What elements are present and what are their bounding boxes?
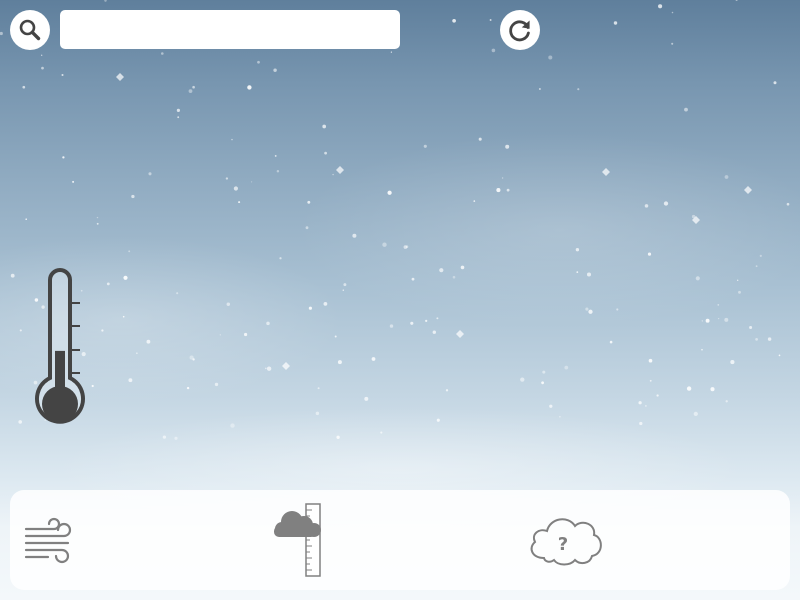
wind-icon[interactable] — [24, 514, 78, 564]
refresh-button[interactable] — [500, 10, 540, 50]
weather-screen: ? — [0, 0, 800, 600]
search-button[interactable] — [10, 10, 50, 50]
cloud-question-icon[interactable]: ? — [526, 510, 604, 568]
search-input[interactable] — [60, 10, 400, 49]
cloud-precipitation-gauge-icon[interactable] — [268, 502, 330, 580]
weather-details-panel: ? — [10, 490, 790, 590]
refresh-icon — [509, 20, 530, 42]
search-icon — [19, 19, 41, 41]
svg-text:?: ? — [558, 534, 568, 555]
temperature-level-fill — [55, 350, 65, 404]
thermometer-icon — [35, 268, 85, 424]
